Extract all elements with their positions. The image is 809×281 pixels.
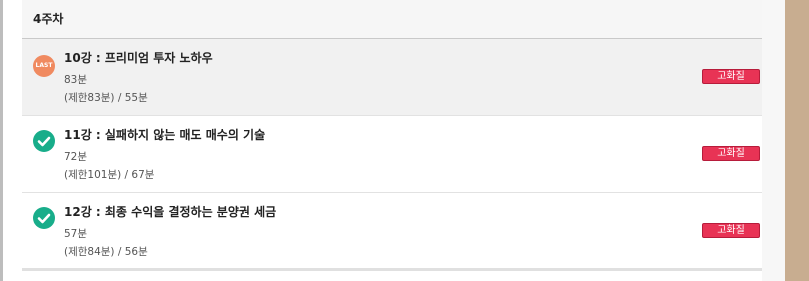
lecture-duration: 83분	[64, 74, 88, 86]
lecture-time-limit: (제한84분) / 56분	[64, 246, 148, 258]
hd-play-button[interactable]: 고화질	[702, 146, 760, 161]
list-bottom-divider	[22, 268, 762, 271]
week-header: 4주차	[22, 0, 762, 39]
lecture-list-panel: 4주차 LAST 10강 : 프리미엄 투자 노하우 83분 (제한83분) /…	[22, 0, 762, 281]
lecture-duration: 72분	[64, 151, 88, 163]
hd-play-button[interactable]: 고화질	[702, 69, 760, 84]
hd-play-button[interactable]: 고화질	[702, 223, 760, 238]
right-background-strip	[785, 0, 809, 281]
check-circle-icon	[33, 130, 55, 152]
check-circle-icon	[33, 207, 55, 229]
left-window-edge	[0, 0, 3, 281]
lecture-time-limit: (제한101분) / 67분	[64, 169, 155, 181]
last-badge-icon: LAST	[33, 55, 55, 77]
lecture-row[interactable]: 11강 : 실패하지 않는 매도 매수의 기술 72분 (제한101분) / 6…	[22, 116, 762, 193]
lecture-row[interactable]: LAST 10강 : 프리미엄 투자 노하우 83분 (제한83분) / 55분…	[22, 39, 762, 116]
lecture-duration: 57분	[64, 228, 88, 240]
lecture-title[interactable]: 10강 : 프리미엄 투자 노하우	[64, 49, 213, 66]
lecture-time-limit: (제한83분) / 55분	[64, 92, 148, 104]
week-title: 4주차	[33, 12, 64, 26]
lecture-title[interactable]: 11강 : 실패하지 않는 매도 매수의 기술	[64, 126, 265, 143]
lecture-title[interactable]: 12강 : 최종 수익을 결정하는 분양권 세금	[64, 203, 276, 220]
last-badge-label: LAST	[35, 62, 53, 69]
lecture-row[interactable]: 12강 : 최종 수익을 결정하는 분양권 세금 57분 (제한84분) / 5…	[22, 193, 762, 270]
